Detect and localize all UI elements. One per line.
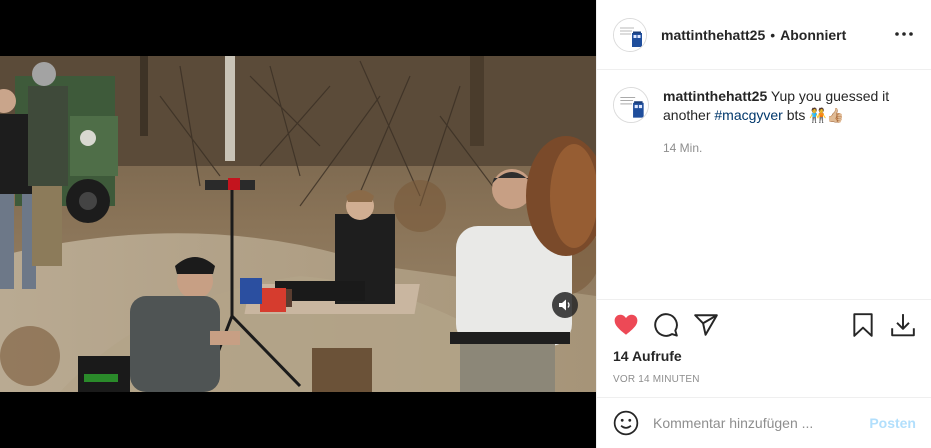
more-dots-icon[interactable] xyxy=(892,24,916,44)
media-panel xyxy=(0,0,596,448)
instagram-post: mattinthehatt25 • Abonniert mattinthehat… xyxy=(0,0,931,448)
caption-avatar[interactable] xyxy=(613,87,649,123)
video-player[interactable] xyxy=(0,56,596,392)
comment-area: mattinthehatt25 Yup you guessed it anoth… xyxy=(597,71,931,299)
bookmark-icon[interactable] xyxy=(850,312,876,338)
caption-text-after: bts xyxy=(782,107,810,123)
add-comment-bar: Posten xyxy=(597,397,931,448)
posted-timestamp[interactable]: VOR 14 MINUTEN xyxy=(613,374,916,385)
tardis-avatar-icon xyxy=(614,18,646,51)
caption-username[interactable]: mattinthehatt25 xyxy=(663,88,767,104)
heart-icon[interactable] xyxy=(613,312,639,338)
action-icons xyxy=(613,312,916,338)
separator-dot: • xyxy=(770,26,776,43)
caption-emoji: 🧑‍🤝‍🧑👍🏼 xyxy=(809,107,845,123)
comment-input[interactable] xyxy=(653,415,870,431)
action-bar: 14 Aufrufe VOR 14 MINUTEN xyxy=(597,299,931,385)
mute-button[interactable] xyxy=(552,292,578,318)
header-username[interactable]: mattinthehatt25 xyxy=(661,27,765,43)
follow-status-button[interactable]: Abonniert xyxy=(780,27,846,43)
tardis-avatar-icon xyxy=(614,88,648,122)
video-frame xyxy=(0,56,596,392)
caption-body: mattinthehatt25 Yup you guessed it anoth… xyxy=(663,87,908,158)
post-sidebar: mattinthehatt25 • Abonniert mattinthehat… xyxy=(596,0,931,448)
paper-plane-icon[interactable] xyxy=(693,312,719,338)
avatar[interactable] xyxy=(613,17,647,52)
post-header: mattinthehatt25 • Abonniert xyxy=(597,0,931,70)
smiley-icon[interactable] xyxy=(613,410,639,436)
speaker-icon xyxy=(559,299,570,311)
post-comment-button[interactable]: Posten xyxy=(869,415,916,431)
hashtag-link[interactable]: #macgyver xyxy=(714,107,782,123)
caption-timestamp[interactable]: 14 Min. xyxy=(663,139,908,158)
view-count[interactable]: 14 Aufrufe xyxy=(613,348,916,364)
comment-icon[interactable] xyxy=(653,312,679,338)
caption: mattinthehatt25 Yup you guessed it anoth… xyxy=(613,87,916,158)
download-icon[interactable] xyxy=(890,312,916,338)
